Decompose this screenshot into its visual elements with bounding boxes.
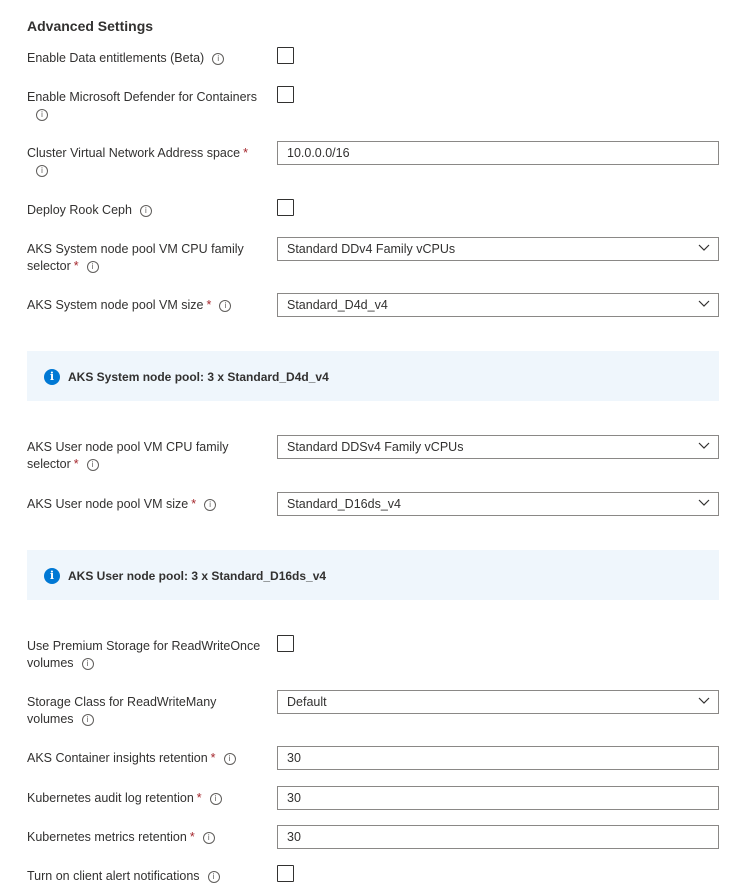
storage-class-dropdown[interactable]: Default [277,690,719,714]
user-node-pool-banner-text: AKS User node pool: 3 x Standard_D16ds_v… [68,569,327,583]
chevron-down-icon [698,300,710,307]
chevron-down-icon [698,697,710,704]
chevron-down-icon [698,499,710,506]
metrics-retention-input[interactable]: 30 [277,825,719,849]
metrics-retention-label: Kubernetes metrics retention * i [27,829,267,846]
info-icon[interactable]: i [86,261,99,273]
info-icon[interactable]: i [207,871,220,883]
rook-ceph-label: Deploy Rook Ceph i [27,202,267,219]
alert-notifications-label: Turn on client alert notifications i [27,868,267,885]
section-title: Advanced Settings [27,18,154,34]
info-icon[interactable]: i [219,300,232,312]
sys-cpu-family-dropdown[interactable]: Standard DDv4 Family vCPUs [277,237,719,261]
sys-node-pool-banner: i AKS System node pool: 3 x Standard_D4d… [27,351,719,401]
info-icon[interactable]: i [36,165,48,177]
insights-retention-label: AKS Container insights retention * i [27,750,267,767]
vnet-label: Cluster Virtual Network Address space * i [27,146,248,177]
info-icon[interactable]: i [204,499,217,511]
insights-retention-input[interactable]: 30 [277,746,719,770]
info-icon[interactable]: i [81,714,94,726]
storage-class-label: Storage Class for ReadWriteMany volumes i [27,695,217,726]
data-entitlements-checkbox[interactable] [277,47,294,64]
sys-vm-size-label: AKS System node pool VM size * i [27,297,267,314]
user-vm-size-dropdown[interactable]: Standard_D16ds_v4 [277,492,719,516]
info-filled-icon: i [44,369,60,385]
rook-ceph-checkbox[interactable] [277,199,294,216]
defender-label: Enable Microsoft Defender for Containers… [27,90,257,121]
info-icon[interactable]: i [81,658,94,670]
vnet-address-input[interactable]: 10.0.0.0/16 [277,141,719,165]
user-node-pool-banner: i AKS User node pool: 3 x Standard_D16ds… [27,550,719,600]
info-icon[interactable]: i [202,832,215,844]
info-icon[interactable]: i [86,459,99,471]
defender-checkbox[interactable] [277,86,294,103]
info-icon[interactable]: i [36,109,48,121]
user-cpu-family-dropdown[interactable]: Standard DDSv4 Family vCPUs [277,435,719,459]
audit-retention-label: Kubernetes audit log retention * i [27,790,267,807]
data-entitlements-label: Enable Data entitlements (Beta) i [27,50,267,67]
audit-retention-input[interactable]: 30 [277,786,719,810]
chevron-down-icon [698,442,710,449]
sys-cpu-family-label: AKS System node pool VM CPU family select… [27,242,244,273]
premium-storage-checkbox[interactable] [277,635,294,652]
info-icon[interactable]: i [212,53,225,65]
info-icon[interactable]: i [209,793,222,805]
alert-notifications-checkbox[interactable] [277,865,294,882]
info-icon[interactable]: i [139,205,152,217]
user-vm-size-label: AKS User node pool VM size * i [27,496,267,513]
sys-node-pool-banner-text: AKS System node pool: 3 x Standard_D4d_v… [68,370,329,384]
chevron-down-icon [698,244,710,251]
user-cpu-family-label: AKS User node pool VM CPU family selector… [27,440,229,471]
sys-vm-size-dropdown[interactable]: Standard_D4d_v4 [277,293,719,317]
info-icon[interactable]: i [223,753,236,765]
premium-storage-label: Use Premium Storage for ReadWriteOnce vol… [27,639,261,670]
info-filled-icon: i [44,568,60,584]
